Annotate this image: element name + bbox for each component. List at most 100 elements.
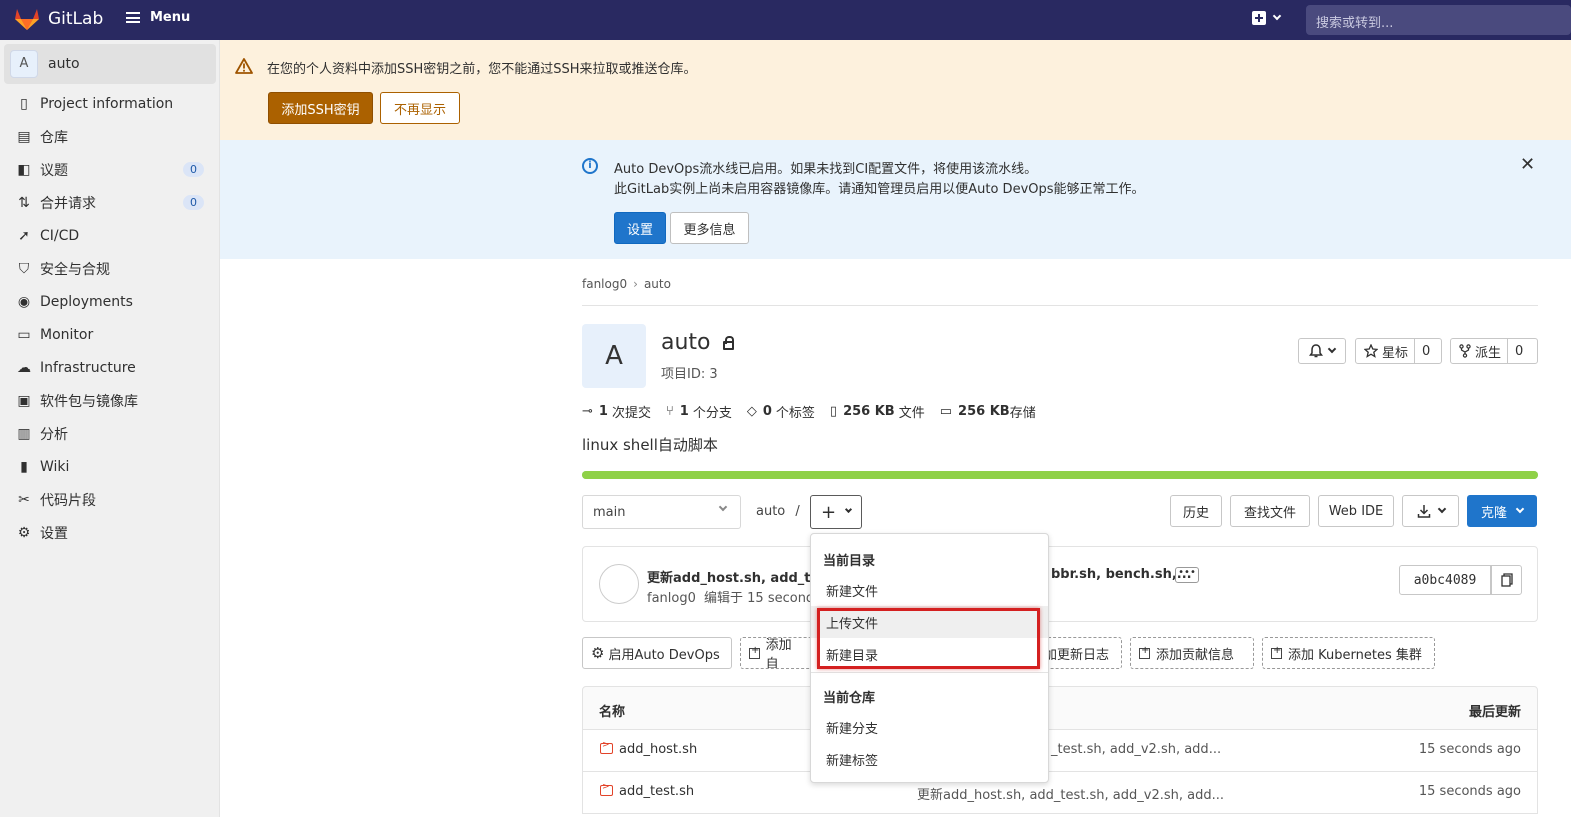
- sidebar-item-1[interactable]: ▯ Project information: [0, 87, 220, 120]
- sidebar-item-label: CI/CD: [40, 227, 80, 244]
- highlight-annotation-box: [817, 608, 1040, 669]
- file-icon: ▯: [829, 404, 838, 419]
- notification-dropdown[interactable]: [1298, 338, 1346, 364]
- warning-icon: [235, 58, 253, 74]
- new-dropdown-button[interactable]: [1252, 11, 1282, 25]
- file-link[interactable]: add_test.sh: [600, 782, 694, 799]
- commit-title[interactable]: 更新add_host.sh, add_test: [647, 567, 833, 586]
- dont-show-again-button[interactable]: 不再显示: [380, 92, 460, 124]
- sidebar-item-6[interactable]: ⛉ 安全与合规: [0, 252, 220, 285]
- commit-title-end[interactable]: bbr.sh, bench.sh,...: [1051, 567, 1192, 582]
- plus-icon: +: [820, 501, 837, 523]
- commit-author[interactable]: fanlog0: [647, 591, 696, 606]
- sidebar-item-4[interactable]: ⇅ 合并请求 0: [0, 186, 220, 219]
- menu-item-new-branch[interactable]: 新建分支: [811, 711, 1048, 743]
- breadcrumb-project[interactable]: auto: [644, 277, 671, 291]
- star-label: 星标: [1382, 345, 1409, 361]
- sidebar-item-3[interactable]: ◧ 议题 0: [0, 153, 220, 186]
- add-readme-button[interactable]: 添加自: [740, 637, 812, 669]
- language-bar-fill: [582, 471, 1538, 479]
- devops-settings-button[interactable]: 设置: [614, 212, 666, 244]
- sidebar-item-12[interactable]: ▮ Wiki: [0, 450, 220, 483]
- table-row[interactable]: add_host.sh _test.sh, add_v2.sh, add... …: [582, 730, 1538, 772]
- fork-button[interactable]: 派生 0: [1450, 338, 1538, 364]
- auto-devops-alert: i Auto DevOps流水线已启用。如果未找到CI配置文件，将使用该流水线。…: [220, 140, 1571, 259]
- menu-item-new-file[interactable]: 新建文件: [811, 574, 1048, 606]
- commit-sha[interactable]: a0bc4089: [1399, 565, 1491, 595]
- enable-auto-devops-button[interactable]: ⚙ 启用Auto DevOps: [582, 637, 732, 669]
- path-root[interactable]: auto: [756, 504, 785, 519]
- scissors-icon: ✂: [18, 491, 30, 508]
- sidebar-item-14[interactable]: ⚙ 设置: [0, 516, 220, 549]
- menu-button[interactable]: Menu: [126, 10, 190, 25]
- chevron-right-icon: ›: [633, 277, 638, 291]
- more-info-button[interactable]: 更多信息: [670, 212, 749, 244]
- issues-icon: ◧: [17, 161, 31, 178]
- sidebar-item-8[interactable]: ▭ Monitor: [0, 318, 220, 351]
- commit-meta: fanlog0 编辑于 15 seconds: [647, 587, 821, 606]
- download-dropdown[interactable]: [1402, 495, 1459, 527]
- package-icon: ▣: [17, 392, 31, 409]
- branch-selector[interactable]: main: [582, 495, 741, 529]
- file-commit-message[interactable]: 更新add_host.sh, add_test.sh, add_v2.sh, a…: [917, 784, 1224, 803]
- fork-count[interactable]: 0: [1507, 339, 1530, 363]
- avatar[interactable]: [599, 564, 639, 604]
- gitlab-logo[interactable]: GitLab: [14, 7, 103, 31]
- web-ide-button[interactable]: Web IDE: [1318, 495, 1394, 527]
- sidebar-item-13[interactable]: ✂ 代码片段: [0, 483, 220, 516]
- sidebar-item-2[interactable]: ▤ 仓库: [0, 120, 220, 153]
- sidebar-item-label: 软件包与镜像库: [40, 393, 138, 410]
- chevron-down-icon: [1327, 344, 1337, 354]
- sidebar-item-11[interactable]: ▥ 分析: [0, 417, 220, 450]
- plus-square-icon: [1252, 11, 1266, 25]
- add-kubernetes-cluster-button[interactable]: 添加 Kubernetes 集群: [1262, 637, 1435, 669]
- book-icon: ▮: [20, 458, 28, 475]
- close-icon[interactable]: ✕: [1520, 154, 1535, 175]
- search-input[interactable]: 搜索或转到...: [1306, 5, 1571, 35]
- sidebar-item-5[interactable]: ➚ CI/CD: [0, 219, 220, 252]
- project-stats: ⊸ 1 次提交 ⑂ 1 个分支 ◇ 0 个标签 ▯ 256 KB 文件 ▭ 256 KB 存储: [582, 402, 1051, 421]
- sidebar-item-label: 仓库: [40, 129, 68, 146]
- gitlab-tanuki-icon: [15, 9, 39, 30]
- breadcrumb-group[interactable]: fanlog0: [582, 277, 627, 291]
- copy-icon: [1500, 573, 1513, 587]
- file-commit-message[interactable]: _test.sh, add_v2.sh, add...: [1051, 742, 1221, 757]
- sidebar-item-label: Project information: [40, 95, 174, 112]
- copy-sha-button[interactable]: [1491, 565, 1522, 595]
- cloud-icon: ☁: [17, 359, 31, 376]
- page-title: auto: [661, 330, 734, 355]
- file-updated-time: 15 seconds ago: [1418, 742, 1521, 757]
- chevron-down-icon: [1437, 504, 1446, 514]
- sidebar-item-7[interactable]: ◉ Deployments: [0, 285, 220, 318]
- sidebar-item-10[interactable]: ▣ 软件包与镜像库: [0, 384, 220, 417]
- menu-item-new-tag[interactable]: 新建标签: [811, 743, 1048, 775]
- stat-commits[interactable]: ⊸ 1 次提交: [582, 402, 651, 421]
- sidebar-item-label: 安全与合规: [40, 261, 110, 278]
- add-to-tree-dropdown[interactable]: +: [810, 495, 862, 529]
- project-id: 项目ID: 3: [661, 367, 718, 382]
- history-button[interactable]: 历史: [1170, 495, 1222, 527]
- add-ssh-key-button[interactable]: 添加SSH密钥: [268, 92, 373, 124]
- expand-commit-button[interactable]: •••: [1175, 567, 1199, 583]
- stat-branches[interactable]: ⑂ 1 个分支: [666, 402, 732, 421]
- file-link[interactable]: add_host.sh: [600, 740, 697, 757]
- star-count[interactable]: 0: [1414, 339, 1437, 363]
- storage-icon: ▭: [939, 404, 953, 419]
- stat-tags[interactable]: ◇ 0 个标签: [747, 402, 815, 421]
- add-contributing-button[interactable]: 添加贡献信息: [1130, 637, 1254, 669]
- add-changelog-button[interactable]: 加更新日志: [1040, 637, 1122, 669]
- clone-label: 克隆: [1480, 505, 1507, 521]
- table-row[interactable]: add_test.sh 更新add_host.sh, add_test.sh, …: [582, 772, 1538, 814]
- find-file-button[interactable]: 查找文件: [1230, 495, 1310, 527]
- sidebar-item-label: 议题: [40, 162, 68, 179]
- dropdown-divider: [811, 672, 1048, 673]
- sidebar-project-header[interactable]: A auto: [4, 44, 216, 84]
- stat-files[interactable]: ▯ 256 KB 文件: [830, 402, 925, 421]
- sidebar-item-9[interactable]: ☁ Infrastructure: [0, 351, 220, 384]
- clone-button[interactable]: 克隆: [1467, 495, 1537, 527]
- sidebar-item-label: Infrastructure: [40, 359, 136, 376]
- commit-icon: ⊸: [582, 404, 593, 419]
- stat-storage[interactable]: ▭ 256 KB 存储: [940, 402, 1036, 421]
- sidebar-item-label: 合并请求: [40, 195, 96, 212]
- star-button[interactable]: 星标 0: [1355, 338, 1442, 364]
